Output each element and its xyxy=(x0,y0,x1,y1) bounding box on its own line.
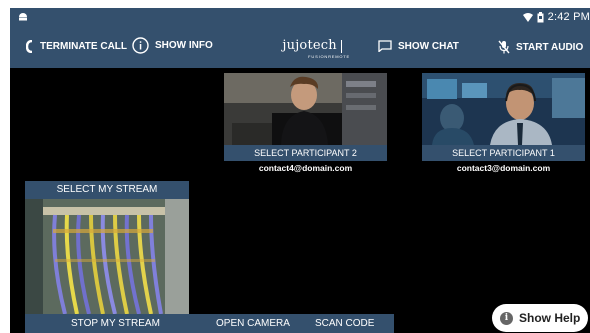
participant-2-email: contact4@domain.com xyxy=(258,163,353,173)
stream-controls-bar: STOP MY STREAM OPEN CAMERA SCAN CODE xyxy=(25,314,394,333)
show-chat-label: SHOW CHAT xyxy=(398,40,459,52)
terminate-call-label: TERMINATE CALL xyxy=(40,41,128,52)
participant-2-tile[interactable]: SELECT PARTICIPANT 2 contact4@domain.com xyxy=(224,73,387,177)
app-screen: 2:42 PM TERMINATE CALL SHOW INFO jujotec… xyxy=(10,8,590,333)
toolbar: TERMINATE CALL SHOW INFO jujotech FUSION… xyxy=(10,28,590,68)
select-my-stream-button[interactable]: SELECT MY STREAM xyxy=(25,181,189,199)
participant-1-video xyxy=(422,73,585,145)
phone-icon xyxy=(26,40,33,53)
select-participant-1-button[interactable]: SELECT PARTICIPANT 1 xyxy=(422,145,585,161)
show-info-label: SHOW INFO xyxy=(155,40,213,51)
chat-icon xyxy=(378,40,392,52)
mic-off-icon xyxy=(498,40,510,54)
status-right: 2:42 PM xyxy=(522,11,590,23)
android-icon xyxy=(19,13,27,21)
participant-1-tile[interactable]: SELECT PARTICIPANT 1 contact3@domain.com xyxy=(422,73,585,177)
stop-my-stream-button[interactable]: STOP MY STREAM xyxy=(71,318,160,329)
my-stream-tile: SELECT MY STREAM xyxy=(25,181,189,314)
terminate-call-button[interactable]: TERMINATE CALL xyxy=(26,40,127,53)
start-audio-button[interactable]: START AUDIO xyxy=(498,40,583,54)
jujotech-logo: jujotech FUSIONREMOTE xyxy=(282,38,350,59)
wifi-icon xyxy=(522,12,533,22)
help-info-icon: i xyxy=(500,311,513,325)
show-chat-button[interactable]: SHOW CHAT xyxy=(378,40,459,52)
my-stream-video xyxy=(25,199,189,314)
show-help-label: Show Help xyxy=(519,311,581,325)
show-info-button[interactable]: SHOW INFO xyxy=(132,37,213,54)
participant-1-email: contact3@domain.com xyxy=(456,163,551,173)
battery-icon xyxy=(537,11,544,22)
scan-code-button[interactable]: SCAN CODE xyxy=(315,318,374,329)
select-participant-2-button[interactable]: SELECT PARTICIPANT 2 xyxy=(224,145,387,161)
info-icon xyxy=(132,37,149,54)
status-bar: 2:42 PM xyxy=(10,8,590,28)
show-help-button[interactable]: i Show Help xyxy=(492,304,588,332)
open-camera-button[interactable]: OPEN CAMERA xyxy=(216,318,290,329)
clock: 2:42 PM xyxy=(547,11,590,23)
start-audio-label: START AUDIO xyxy=(516,41,584,53)
participant-2-video xyxy=(224,73,387,145)
